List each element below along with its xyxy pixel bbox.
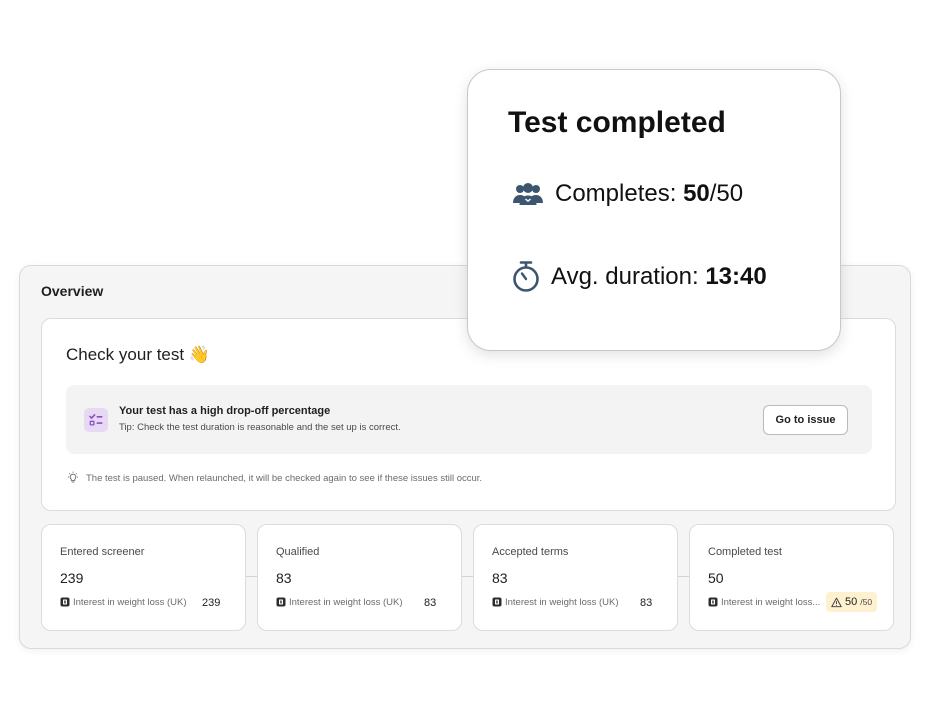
stat-card-qualified: Qualified 83 Interest in weight loss (UK… [257,524,462,631]
uk-flag-icon [492,597,502,607]
warning-count: 50 [845,596,858,608]
checklist-icon [84,408,108,432]
popup-title: Test completed [508,106,726,139]
completes-label: Completes: [555,180,684,207]
stat-value: 50 [708,570,724,586]
duration-label: Avg. duration: [551,263,706,290]
segment-label: Interest in weight loss... [721,597,821,608]
completes-row: Completes: 50/50 [511,179,743,209]
test-completed-popup: Test completed Completes: 50/50 Avg. dur… [467,69,841,351]
stat-value: 83 [492,570,508,586]
completes-value: 50 [683,180,710,207]
stat-value: 239 [60,570,84,586]
stat-card-completed-test: Completed test 50 Interest in weight los… [689,524,894,631]
issue-title: Your test has a high drop-off percentage [119,405,331,417]
stat-card-accepted-terms: Accepted terms 83 Interest in weight los… [473,524,678,631]
paused-text: The test is paused. When relaunched, it … [86,472,483,484]
uk-flag-icon [276,597,286,607]
segment-label: Interest in weight loss (UK) [505,597,619,608]
segment-label: Interest in weight loss (UK) [73,597,187,608]
stat-label: Completed test [708,546,782,558]
segment-label: Interest in weight loss (UK) [289,597,403,608]
duration-value: 13:40 [705,263,767,290]
warning-icon [831,597,842,608]
check-title: Check your test 👋 [66,345,210,364]
issue-tip: Tip: Check the test duration is reasonab… [119,422,401,433]
issue-banner: Your test has a high drop-off percentage… [66,385,872,454]
completes-total: /50 [709,180,744,207]
paused-notice: The test is paused. When relaunched, it … [66,471,482,485]
stopwatch-icon [511,260,541,294]
stat-label: Accepted terms [492,546,569,558]
segment-count: 83 [640,597,653,609]
stat-card-entered-screener: Entered screener 239 Interest in weight … [41,524,246,631]
duration-row: Avg. duration: 13:40 [511,260,767,294]
duration-text: Avg. duration: 13:40 [551,263,767,291]
lightbulb-icon [66,471,80,485]
completes-text: Completes: 50/50 [555,180,743,208]
uk-flag-icon [708,597,718,607]
warning-total: /50 [860,597,873,607]
segment-count: 239 [202,597,221,609]
stat-value: 83 [276,570,292,586]
uk-flag-icon [60,597,70,607]
stat-label: Qualified [276,546,320,558]
participants-icon [511,179,545,209]
warning-badge[interactable]: 50/50 [826,592,878,612]
overview-title: Overview [41,283,104,299]
go-to-issue-button[interactable]: Go to issue [763,405,848,435]
segment-count: 83 [424,597,437,609]
stat-label: Entered screener [60,546,145,558]
